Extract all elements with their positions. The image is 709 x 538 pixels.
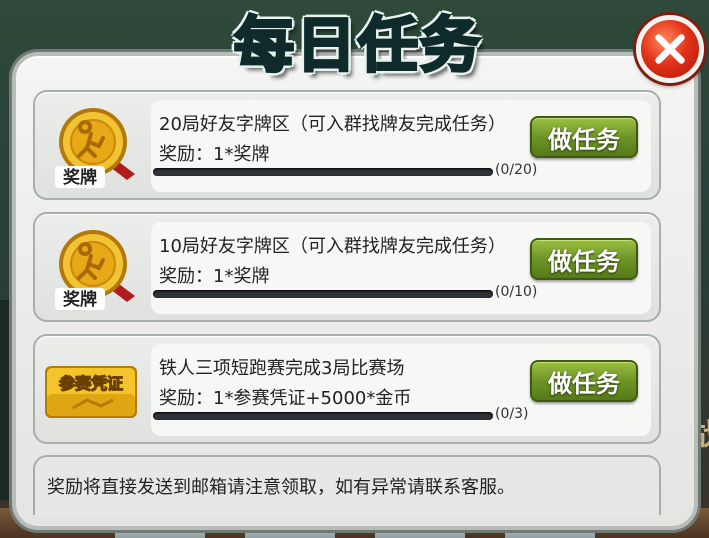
task-details: 20局好友字牌区（可入群找牌友完成任务） 奖励：1*奖牌 (0/20) 做任务 — [151, 100, 651, 192]
task-title: 10局好友字牌区（可入群找牌友完成任务） — [159, 236, 506, 257]
footer-note-card: 奖励将直接发送到邮箱请注意领取，如有异常请联系客服。 — [33, 455, 661, 515]
medal-badge-label: 奖牌 — [63, 167, 97, 188]
task-card: 奖牌 10局好友字牌区（可入群找牌友完成任务） 奖励：1*奖牌 (0/10) 做… — [33, 212, 661, 322]
task-reward: 奖励：1*奖牌 — [159, 144, 270, 165]
task-title: 铁人三项短跑赛完成3局比赛场 — [159, 358, 405, 379]
close-button[interactable] — [636, 15, 704, 83]
task-reward: 奖励：1*参赛凭证+5000*金币 — [159, 388, 412, 409]
task-progress-bar — [153, 168, 493, 176]
task-details: 10局好友字牌区（可入群找牌友完成任务） 奖励：1*奖牌 (0/10) 做任务 — [151, 222, 651, 314]
do-task-button[interactable]: 做任务 — [530, 116, 638, 158]
task-card: 参赛凭证 铁人三项短跑赛完成3局比赛场 奖励：1*参赛凭证+5000*金币 (0… — [33, 334, 661, 444]
task-progress-count: (0/10) — [495, 284, 538, 300]
do-task-button[interactable]: 做任务 — [530, 238, 638, 280]
dialog-title: 每日任务 — [233, 9, 482, 82]
task-progress-bar — [153, 290, 493, 298]
gold-medal-icon: 奖牌 — [55, 230, 135, 310]
task-progress-bar — [153, 412, 493, 420]
task-progress-count: (0/3) — [495, 406, 529, 422]
task-details: 铁人三项短跑赛完成3局比赛场 奖励：1*参赛凭证+5000*金币 (0/3) 做… — [151, 344, 651, 436]
medal-badge-label: 奖牌 — [63, 289, 97, 310]
task-title: 20局好友字牌区（可入群找牌友完成任务） — [159, 114, 506, 135]
task-progress-count: (0/20) — [495, 162, 538, 178]
task-card: 奖牌 20局好友字牌区（可入群找牌友完成任务） 奖励：1*奖牌 (0/20) 做… — [33, 90, 661, 200]
dialog-title-plate: 每日任务 — [208, 0, 508, 82]
do-task-button[interactable]: 做任务 — [530, 360, 638, 402]
footer-note: 奖励将直接发送到邮箱请注意领取，如有异常请联系客服。 — [47, 477, 515, 498]
gold-medal-icon: 奖牌 — [55, 108, 135, 188]
entry-ticket-icon: 参赛凭证 — [45, 366, 137, 418]
close-x-icon — [655, 34, 685, 64]
task-reward: 奖励：1*奖牌 — [159, 266, 270, 287]
ticket-badge-label: 参赛凭证 — [59, 374, 123, 393]
